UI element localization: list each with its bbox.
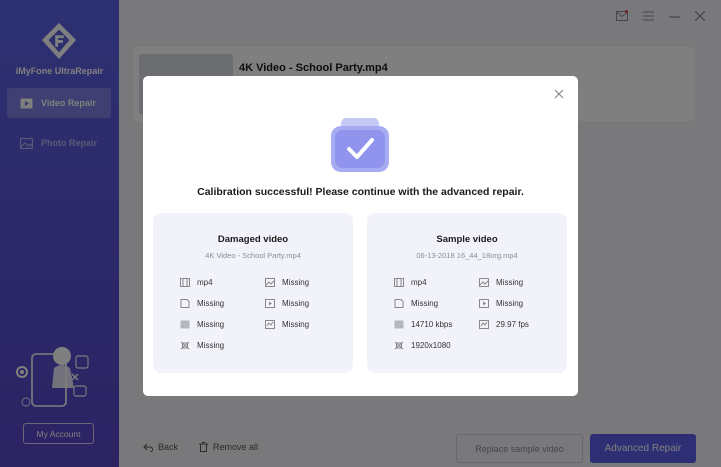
attr-value: 14710 kbps bbox=[411, 320, 453, 329]
attr-value: Missing bbox=[496, 278, 524, 287]
dimensions-icon bbox=[394, 341, 404, 350]
attr-value: Missing bbox=[197, 320, 225, 329]
attr-framerate: Missing bbox=[265, 320, 309, 329]
panel-title: Sample video bbox=[436, 234, 498, 245]
attr-size: Missing bbox=[394, 299, 438, 308]
panel-title: Damaged video bbox=[217, 234, 289, 245]
attr-value: Missing bbox=[496, 299, 524, 308]
damaged-video-panel: Damaged video 4K Video - School Party.mp… bbox=[153, 213, 353, 373]
attr-value: 1920x1080 bbox=[411, 341, 451, 350]
play-icon bbox=[479, 299, 489, 308]
calibration-message: Calibration successful! Please continue … bbox=[197, 186, 524, 198]
attr-dimensions: Missing bbox=[180, 341, 224, 350]
panel-filename: 4K Video - School Party.mp4 bbox=[205, 251, 301, 260]
attr-value: mp4 bbox=[197, 278, 213, 287]
attr-value: Missing bbox=[197, 299, 225, 308]
success-check-icon bbox=[331, 118, 389, 172]
attr-resolution-a: Missing bbox=[479, 278, 523, 287]
attr-value: mp4 bbox=[411, 278, 427, 287]
file-icon bbox=[394, 299, 404, 308]
attr-value: Missing bbox=[282, 278, 310, 287]
attr-value: Missing bbox=[282, 320, 310, 329]
bitrate-icon bbox=[180, 320, 190, 329]
attr-resolution-a: Missing bbox=[265, 278, 309, 287]
file-icon bbox=[180, 299, 190, 308]
attr-bitrate: 14710 kbps bbox=[394, 320, 452, 329]
dimensions-icon bbox=[180, 341, 190, 350]
image-icon bbox=[479, 278, 489, 287]
image-icon bbox=[265, 278, 275, 287]
format-icon bbox=[180, 278, 190, 287]
attr-value: 29.97 fps bbox=[496, 320, 529, 329]
attr-framerate: 29.97 fps bbox=[479, 320, 529, 329]
close-icon[interactable] bbox=[553, 88, 565, 100]
sample-video-panel: Sample video 06-13-2018 16_44_18org.mp4 … bbox=[367, 213, 567, 373]
calibration-dialog: Calibration successful! Please continue … bbox=[143, 76, 578, 396]
framerate-icon bbox=[479, 320, 489, 329]
attr-size: Missing bbox=[180, 299, 224, 308]
play-icon bbox=[265, 299, 275, 308]
attr-codec: Missing bbox=[265, 299, 309, 308]
attr-value: Missing bbox=[282, 299, 310, 308]
bitrate-icon bbox=[394, 320, 404, 329]
panel-filename: 06-13-2018 16_44_18org.mp4 bbox=[416, 251, 518, 260]
format-icon bbox=[394, 278, 404, 287]
attr-format: mp4 bbox=[394, 278, 427, 287]
attr-bitrate: Missing bbox=[180, 320, 224, 329]
attr-dimensions: 1920x1080 bbox=[394, 341, 451, 350]
attr-format: mp4 bbox=[180, 278, 213, 287]
framerate-icon bbox=[265, 320, 275, 329]
attr-value: Missing bbox=[411, 299, 439, 308]
attr-codec: Missing bbox=[479, 299, 523, 308]
attr-value: Missing bbox=[197, 341, 225, 350]
